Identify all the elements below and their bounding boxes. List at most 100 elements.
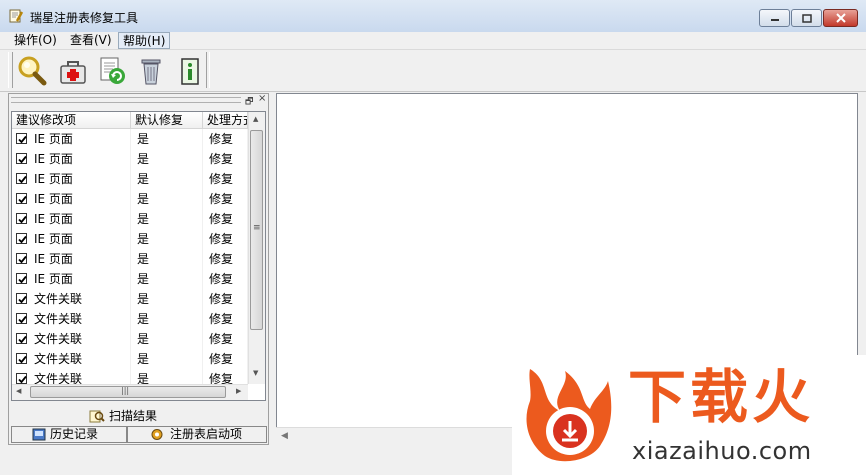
row-checkbox[interactable] (16, 373, 27, 384)
horizontal-scroll-thumb[interactable]: ||| (30, 386, 226, 398)
list-item-cell-default: 是 (131, 369, 203, 384)
list-item[interactable]: 文件关联 是修复 (12, 329, 248, 349)
row-checkbox[interactable] (16, 153, 27, 164)
list-item[interactable]: IE 页面 是修复 (12, 189, 248, 209)
checkmark-icon (18, 175, 27, 184)
row-checkbox[interactable] (16, 333, 27, 344)
title-bar[interactable]: 瑞星注册表修复工具 (0, 0, 866, 33)
column-header-action[interactable]: 处理方式 (203, 112, 248, 129)
details-horizontal-scrollbar[interactable]: ◀ (276, 427, 516, 445)
app-wrench-icon (9, 9, 24, 23)
minimize-button[interactable] (759, 9, 790, 27)
maximize-icon (801, 13, 812, 23)
column-header-item[interactable]: 建议修改项 (12, 112, 131, 129)
row-checkbox[interactable] (16, 233, 27, 244)
vertical-scroll-thumb[interactable]: ≡ (250, 130, 263, 330)
list-item-cell-item: IE 页面 (12, 249, 131, 269)
scroll-up-arrow-icon[interactable]: ▲ (253, 115, 258, 123)
restore-button[interactable] (94, 53, 130, 89)
list-item-cell-action: 修复 (203, 369, 248, 384)
list-item-cell-default: 是 (131, 349, 203, 369)
delete-button[interactable] (133, 53, 169, 89)
suggestion-list[interactable]: 建议修改项 默认修复 处理方式 IE 页面是修复IE 页面是修复IE 页面是修复… (11, 111, 266, 401)
tab-startup[interactable]: 注册表启动项 (127, 426, 267, 443)
list-item[interactable]: IE 页面 是修复 (12, 149, 248, 169)
pane-float-icon[interactable]: 🗗 (245, 94, 253, 110)
list-item-cell-item: IE 页面 (12, 189, 131, 209)
info-button[interactable] (172, 53, 208, 89)
list-item[interactable]: IE 页面 是修复 (12, 229, 248, 249)
list-item-cell-default: 是 (131, 289, 203, 309)
scan-button[interactable] (14, 53, 50, 89)
maximize-button[interactable] (791, 9, 822, 27)
list-item[interactable]: 文件关联 是修复 (12, 289, 248, 309)
menu-help[interactable]: 帮助(H) (118, 32, 171, 49)
checkmark-icon (18, 255, 27, 264)
list-item-cell-default: 是 (131, 229, 203, 249)
row-checkbox[interactable] (16, 213, 27, 224)
scroll-left-arrow-icon[interactable]: ◀ (16, 387, 21, 395)
tab-history-label: 历史记录 (50, 427, 99, 441)
list-item[interactable]: IE 页面 是修复 (12, 209, 248, 229)
list-item-cell-action: 修复 (203, 129, 248, 149)
list-item-cell-default: 是 (131, 269, 203, 289)
list-item-cell-default: 是 (131, 329, 203, 349)
watermark: 下载火 xiazaihuo.com (512, 355, 866, 475)
list-item[interactable]: 文件关联 是修复 (12, 369, 248, 384)
checkmark-icon (18, 195, 27, 204)
row-checkbox[interactable] (16, 353, 27, 364)
list-item-cell-item: 文件关联 (12, 289, 131, 309)
list-item[interactable]: 文件关联 是修复 (12, 309, 248, 329)
scroll-down-arrow-icon[interactable]: ▼ (253, 369, 258, 377)
list-item-label: 文件关联 (34, 352, 83, 366)
list-item-cell-action: 修复 (203, 289, 248, 309)
results-pane: 🗗 × 建议修改项 默认修复 处理方式 IE 页面是修复IE 页面是修复IE 页… (8, 93, 269, 445)
close-button[interactable] (823, 9, 858, 27)
pane-close-icon[interactable]: × (258, 93, 266, 104)
row-checkbox[interactable] (16, 273, 27, 284)
menu-operate[interactable]: 操作(O) (10, 32, 61, 49)
list-item-cell-action: 修复 (203, 269, 248, 289)
list-item-label: IE 页面 (34, 252, 73, 266)
menu-view[interactable]: 查看(V) (66, 32, 116, 49)
list-item-cell-item: IE 页面 (12, 129, 131, 149)
list-rows: IE 页面是修复 IE 页面是修复 IE 页面是修复 IE 页面是修复 IE 页面是修复… (12, 129, 248, 384)
list-item-cell-action: 修复 (203, 249, 248, 269)
repair-button[interactable] (54, 53, 90, 89)
tab-scan-results[interactable]: 扫描结果 (89, 407, 157, 425)
column-header-default[interactable]: 默认修复 (131, 112, 203, 129)
list-item-cell-item: IE 页面 (12, 149, 131, 169)
window-title: 瑞星注册表修复工具 (30, 11, 139, 25)
row-checkbox[interactable] (16, 253, 27, 264)
tab-scan-results-label: 扫描结果 (109, 409, 158, 423)
checkmark-icon (18, 315, 27, 324)
row-checkbox[interactable] (16, 193, 27, 204)
toolbar-separator (206, 52, 210, 88)
list-item-cell-action: 修复 (203, 229, 248, 249)
row-checkbox[interactable] (16, 293, 27, 304)
row-checkbox[interactable] (16, 133, 27, 144)
list-item[interactable]: IE 页面 是修复 (12, 249, 248, 269)
close-icon (835, 13, 846, 23)
scroll-right-arrow-icon[interactable]: ▶ (236, 387, 241, 395)
tab-history[interactable]: 历史记录 (11, 426, 127, 443)
list-item[interactable]: IE 页面 是修复 (12, 269, 248, 289)
checkmark-icon (18, 235, 27, 244)
details-scroll-left-icon[interactable]: ◀ (281, 431, 288, 441)
pane-grip[interactable] (11, 97, 241, 103)
flame-logo-icon (526, 369, 612, 462)
thumb-grip-icon: ≡ (253, 223, 261, 233)
list-item-cell-default: 是 (131, 189, 203, 209)
startup-gear-icon (151, 429, 163, 440)
toolbar-grip[interactable] (8, 52, 13, 88)
row-checkbox[interactable] (16, 313, 27, 324)
row-checkbox[interactable] (16, 173, 27, 184)
toolbar (0, 50, 866, 92)
list-item-cell-default: 是 (131, 209, 203, 229)
list-item[interactable]: IE 页面 是修复 (12, 129, 248, 149)
list-item-cell-default: 是 (131, 149, 203, 169)
list-item-label: 文件关联 (34, 372, 83, 384)
list-item-cell-action: 修复 (203, 149, 248, 169)
list-item[interactable]: IE 页面 是修复 (12, 169, 248, 189)
list-item[interactable]: 文件关联 是修复 (12, 349, 248, 369)
